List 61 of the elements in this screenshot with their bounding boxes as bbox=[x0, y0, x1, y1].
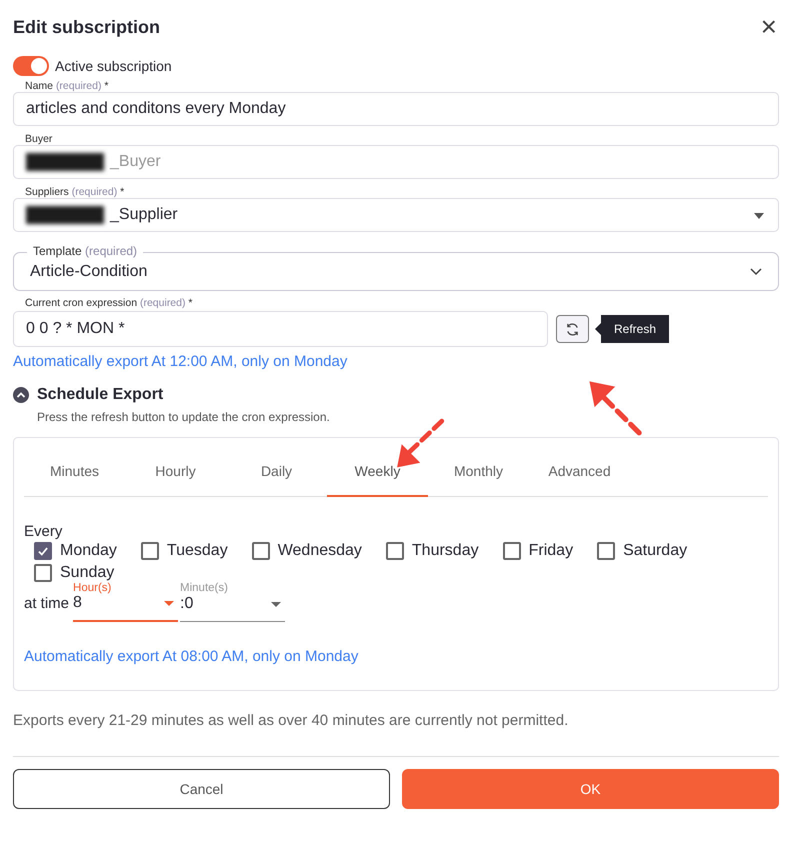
day-label: Friday bbox=[528, 542, 574, 560]
section-title: Schedule Export bbox=[37, 386, 164, 404]
minute-select[interactable]: Minute(s) :0 bbox=[180, 582, 286, 622]
day-label: Tuesday bbox=[166, 542, 228, 560]
day-checkbox[interactable]: Friday bbox=[502, 542, 574, 560]
day-label: Thursday bbox=[412, 542, 479, 560]
toggle-label: Active subscription bbox=[55, 58, 172, 74]
checkbox[interactable] bbox=[386, 542, 404, 560]
field-value: 8 bbox=[73, 594, 83, 612]
cancel-button[interactable]: Cancel bbox=[13, 769, 390, 809]
field-value: :0 bbox=[180, 595, 194, 613]
field-label: Template (required) bbox=[27, 244, 144, 258]
day-label: Wednesday bbox=[278, 542, 362, 560]
section-hint: Press the refresh button to update the cron expression. bbox=[37, 410, 331, 424]
day-checkbox[interactable]: Wednesday bbox=[252, 542, 362, 560]
tab[interactable]: Hourly bbox=[125, 438, 226, 497]
checkbox[interactable] bbox=[140, 542, 159, 560]
cron-field[interactable]: 0 0 ? * MON * bbox=[13, 311, 548, 347]
tab[interactable]: Monthly bbox=[428, 438, 529, 497]
refresh-button[interactable] bbox=[556, 315, 589, 343]
day-label: Monday bbox=[60, 542, 117, 560]
checkbox[interactable] bbox=[597, 542, 616, 560]
day-checkbox[interactable]: Thursday bbox=[386, 542, 479, 560]
toggle-switch[interactable] bbox=[13, 56, 49, 76]
time-label: at time bbox=[24, 595, 70, 614]
every-label: Every bbox=[24, 523, 64, 540]
note-text: Exports every 21-29 minutes as well as over 40 minutes are currently not permitted. bbox=[13, 712, 570, 729]
field-value: _Buyer bbox=[110, 153, 161, 171]
field-label: Buyer bbox=[25, 133, 54, 145]
day-checkbox[interactable]: Tuesday bbox=[140, 542, 228, 560]
checkbox[interactable] bbox=[252, 542, 270, 560]
tab[interactable]: Minutes bbox=[24, 438, 125, 497]
tab[interactable]: Advanced bbox=[529, 438, 630, 497]
hour-select[interactable]: Hour(s) 8 bbox=[73, 582, 178, 622]
day-checkbox[interactable]: Saturday bbox=[597, 542, 688, 560]
day-label: Saturday bbox=[623, 542, 688, 560]
checkbox[interactable] bbox=[34, 542, 52, 560]
name-field[interactable]: articles and conditons every Monday bbox=[13, 92, 779, 126]
dropdown-icon bbox=[271, 602, 282, 607]
checkbox[interactable] bbox=[502, 542, 521, 560]
collapse-icon[interactable] bbox=[13, 387, 29, 403]
field-label: Current cron expression (required) * bbox=[25, 297, 194, 309]
field-label: Minute(s) bbox=[180, 582, 228, 594]
field-label: Name (required) * bbox=[25, 80, 110, 92]
tab[interactable]: Daily bbox=[226, 438, 327, 497]
close-button[interactable]: × bbox=[758, 13, 779, 41]
field-label: Hour(s) bbox=[73, 582, 112, 594]
day-label: Sunday bbox=[60, 564, 114, 582]
day-checkbox[interactable]: Sunday bbox=[34, 564, 114, 582]
chevron-down-icon bbox=[750, 268, 762, 276]
suppliers-select[interactable]: _Supplier bbox=[13, 198, 779, 232]
refresh-icon bbox=[565, 322, 580, 336]
field-value: Article-Condition bbox=[30, 262, 148, 280]
checkbox[interactable] bbox=[34, 564, 52, 582]
day-checkbox[interactable]: Monday bbox=[34, 542, 117, 560]
dropdown-icon bbox=[754, 213, 764, 219]
field-label: Suppliers (required) * bbox=[25, 186, 126, 198]
tooltip: Refresh bbox=[595, 315, 670, 343]
dialog-title: Edit subscription bbox=[13, 16, 160, 38]
field-value: _Supplier bbox=[110, 206, 178, 224]
dropdown-icon bbox=[164, 601, 174, 606]
